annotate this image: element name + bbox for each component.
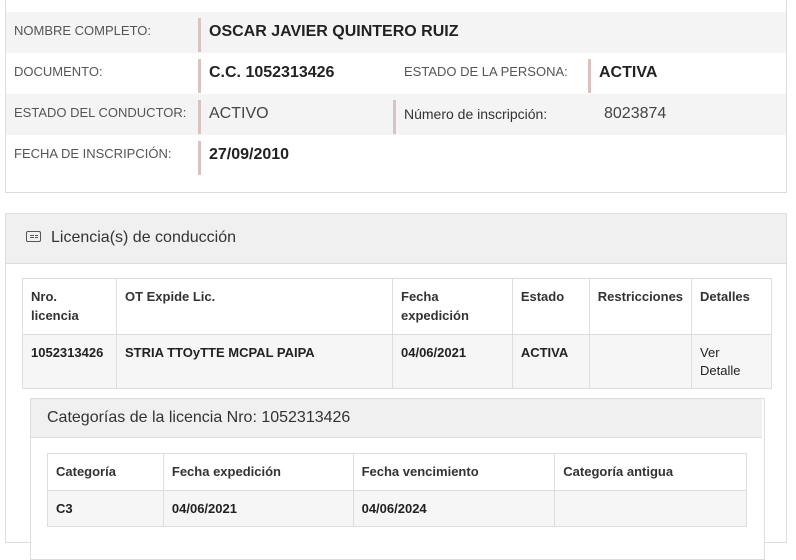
fecha-inscripcion-label: FECHA DE INSCRIPCIÓN: xyxy=(14,146,172,161)
estado-conductor-label: ESTADO DEL CONDUCTOR: xyxy=(14,105,187,120)
nombre-label: NOMBRE COMPLETO: xyxy=(14,23,152,38)
num-inscripcion-label: Número de inscripción: xyxy=(393,100,588,134)
categorias-title: Categorías de la licencia Nro: 105231342… xyxy=(47,409,351,426)
table-header-row: Categoría Fecha expedición Fecha vencimi… xyxy=(47,453,747,491)
col-ot-expide: OT Expide Lic. xyxy=(115,278,394,335)
categorias-table: Categoría Fecha expedición Fecha vencimi… xyxy=(47,453,747,527)
categorias-panel-header: Categorías de la licencia Nro: 105231342… xyxy=(31,399,762,438)
row-nombre: NOMBRE COMPLETO: OSCAR JAVIER QUINTERO R… xyxy=(6,12,786,53)
col-detalles: Detalles xyxy=(691,278,772,335)
row-conductor: ESTADO DEL CONDUCTOR: ACTIVO Número de i… xyxy=(6,94,786,135)
cell-fecha-vencimiento: 04/06/2024 xyxy=(352,490,556,527)
documento-label: DOCUMENTO: xyxy=(14,64,103,79)
row-fecha-inscripcion: FECHA DE INSCRIPCIÓN: 27/09/2010 xyxy=(6,135,786,176)
col-estado: Estado xyxy=(511,278,590,335)
table-row: C3 04/06/2021 04/06/2024 xyxy=(47,490,747,527)
estado-conductor-value: ACTIVO xyxy=(198,100,388,134)
cell-nro-licencia: 1052313426 xyxy=(22,334,117,389)
col-fecha-expedicion: Fecha expedición xyxy=(162,453,354,491)
col-categoria: Categoría xyxy=(47,453,164,491)
cell-ot-expide: STRIA TTOyTTE MCPAL PAIPA xyxy=(115,334,394,389)
num-inscripcion-value: 8023874 xyxy=(604,105,667,122)
col-restricciones: Restricciones xyxy=(588,278,693,335)
nombre-value: OSCAR JAVIER QUINTERO RUIZ xyxy=(198,18,598,52)
cell-categoria-antigua xyxy=(554,490,747,527)
licencias-title: Licencia(s) de conducción xyxy=(51,229,236,246)
licencias-panel: Licencia(s) de conducción Nro. licencia … xyxy=(5,213,787,560)
cell-fecha-expedicion: 04/06/2021 xyxy=(162,490,354,527)
categorias-panel: Categorías de la licencia Nro: 105231342… xyxy=(30,398,765,560)
fecha-inscripcion-value: 27/09/2010 xyxy=(198,141,388,175)
id-card-icon xyxy=(26,231,41,242)
table-row: 1052313426 STRIA TTOyTTE MCPAL PAIPA 04/… xyxy=(22,334,772,389)
ver-detalle-link[interactable]: Ver Detalle xyxy=(691,334,772,389)
row-documento: DOCUMENTO: C.C. 1052313426 ESTADO DE LA … xyxy=(6,53,786,94)
cell-fecha-expedicion: 04/06/2021 xyxy=(392,334,513,389)
licencias-panel-header[interactable]: Licencia(s) de conducción xyxy=(6,214,786,264)
col-fecha-expedicion: Fecha expedición xyxy=(392,278,513,335)
documento-value: C.C. 1052313426 xyxy=(198,59,388,93)
col-fecha-vencimiento: Fecha vencimiento xyxy=(352,453,556,491)
col-categoria-antigua: Categoría antigua xyxy=(554,453,747,491)
licencias-table: Nro. licencia OT Expide Lic. Fecha exped… xyxy=(22,278,772,389)
estado-persona-value: ACTIVA xyxy=(588,59,778,93)
cell-categoria: C3 xyxy=(47,490,164,527)
col-nro-licencia: Nro. licencia xyxy=(22,278,117,335)
estado-persona-label: ESTADO DE LA PERSONA: xyxy=(404,64,568,79)
person-info-panel: NOMBRE COMPLETO: OSCAR JAVIER QUINTERO R… xyxy=(5,0,787,193)
cell-restricciones xyxy=(588,334,693,389)
cell-estado: ACTIVA xyxy=(511,334,590,389)
table-header-row: Nro. licencia OT Expide Lic. Fecha exped… xyxy=(22,278,772,335)
